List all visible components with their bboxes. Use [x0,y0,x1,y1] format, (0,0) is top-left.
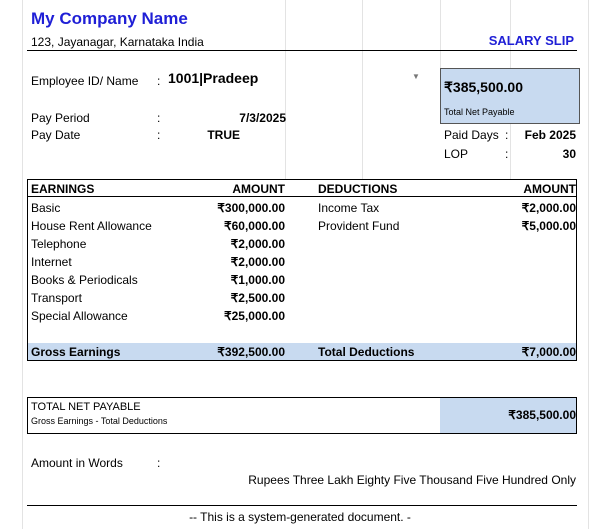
amount-in-words-value: Rupees Three Lakh Eighty Five Thousand F… [248,473,576,487]
earning-amount: ₹2,000.00 [230,237,285,251]
total-net-label: TOTAL NET PAYABLE [31,401,141,413]
total-net-sublabel: Gross Earnings - Total Deductions [31,416,168,426]
footer-note: -- This is a system-generated document. … [189,510,411,524]
company-address: 123, Jayanagar, Karnataka India [31,35,204,49]
earning-name: Basic [31,201,61,215]
slip-title: SALARY SLIP [488,33,574,48]
pay-date-value: TRUE [207,128,240,142]
deduction-name: Provident Fund [318,219,400,233]
colon: : [157,456,161,470]
gross-earnings-label: Gross Earnings [31,345,121,359]
earning-name: Internet [31,255,72,269]
deduction-amount: ₹5,000.00 [521,219,576,233]
colon: : [505,128,509,142]
deductions-header: DEDUCTIONS [318,182,398,196]
earning-amount: ₹60,000.00 [223,219,285,233]
footer-divider [27,505,577,506]
total-deductions-label: Total Deductions [318,345,415,359]
colon: : [157,74,161,88]
colon: : [157,111,161,125]
header-divider [27,50,577,51]
earnings-amount-header: AMOUNT [232,182,285,196]
gridline [588,0,589,529]
employee-id-select[interactable]: 1001|Pradeep [168,70,258,86]
deduction-amount: ₹2,000.00 [521,201,576,215]
earning-name: Transport [31,291,82,305]
gridline [362,0,363,180]
earning-amount: ₹2,000.00 [230,255,285,269]
amount-in-words-label: Amount in Words [31,456,123,470]
earning-name: Telephone [31,237,87,251]
earning-amount: ₹2,500.00 [230,291,285,305]
paid-days-value: Feb 2025 [524,128,576,142]
earning-amount: ₹1,000.00 [230,273,285,287]
chevron-down-icon[interactable]: ▼ [412,72,420,81]
total-deductions-amount: ₹7,000.00 [521,345,576,359]
colon: : [157,128,161,142]
employee-id-label: Employee ID/ Name [31,74,139,88]
gridline [440,0,441,70]
deduction-name: Income Tax [318,201,380,215]
gross-earnings-amount: ₹392,500.00 [217,345,285,359]
lop-value: 30 [562,147,576,161]
net-payable-label: Total Net Payable [444,107,515,117]
paid-days-label: Paid Days [444,128,499,142]
pay-period-value: 7/3/2025 [239,111,286,125]
deductions-amount-header: AMOUNT [523,182,576,196]
pay-date-label: Pay Date [31,128,81,142]
earning-name: House Rent Allowance [31,219,152,233]
earning-amount: ₹25,000.00 [223,309,285,323]
gridline [285,0,286,180]
lop-label: LOP [444,147,469,161]
gridline [22,0,23,529]
company-name: My Company Name [31,9,188,28]
table-header-divider [27,196,577,197]
earning-name: Books & Periodicals [31,273,138,287]
total-net-amount: ₹385,500.00 [508,408,576,422]
net-payable-amount: ₹385,500.00 [444,79,523,95]
pay-period-label: Pay Period [31,111,90,125]
earning-amount: ₹300,000.00 [217,201,285,215]
earnings-header: EARNINGS [31,182,95,196]
colon: : [505,147,509,161]
earning-name: Special Allowance [31,309,128,323]
